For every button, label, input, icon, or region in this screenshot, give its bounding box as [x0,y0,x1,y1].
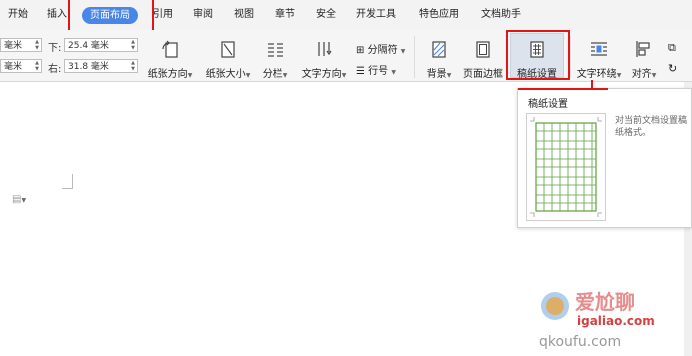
margin-top-value: 毫米 [4,41,23,51]
tooltip-description: 对当前文档设置稿纸格式。 [615,116,688,138]
page-border-button[interactable]: 页面边框 [460,34,506,80]
watermark-url: igaliao.com [577,314,655,328]
text-direction-icon [318,42,332,56]
ribbon-separator [414,36,415,78]
tab-insert[interactable]: 插入 [47,0,67,30]
annotation-line [518,88,608,90]
highlight-grid-annotation [506,30,570,80]
paper-size-icon [221,41,235,58]
rotate-button[interactable]: ↻ [668,62,677,75]
tab-doc-assistant[interactable]: 文档助手 [481,0,521,30]
paper-size-label: 纸张大小 [205,69,246,80]
spin-arrows-icon[interactable]: ▲ ▼ [131,39,135,51]
group-icon: ⧉ [668,41,676,54]
paper-size-button[interactable]: 纸张大小▼ [203,34,253,80]
margin-right-label: 右: [48,64,62,75]
spin-arrows-icon[interactable]: ▲ ▼ [35,60,39,72]
grid-paper-preview-graphic [530,117,602,217]
watermark-subtext: qkoufu.com [539,334,622,350]
tab-developer[interactable]: 开发工具 [356,0,396,30]
tab-security[interactable]: 安全 [316,0,336,30]
page-border-icon [476,41,490,58]
margin-top-field[interactable]: 毫米 ▲ ▼ [0,38,42,52]
line-number-button[interactable]: ☰ 行号 ▼ [356,62,396,77]
separator-button[interactable]: ⊞ 分隔符 ▼ [356,41,405,56]
margin-left-field[interactable]: 毫米 ▲ ▼ [0,59,42,73]
tooltip-title: 稿纸设置 [528,99,568,110]
tab-sections[interactable]: 章节 [275,0,295,30]
text-wrap-icon [591,42,607,56]
separator-label: 分隔符 [367,45,398,56]
tab-review[interactable]: 审阅 [193,0,213,30]
tab-special-apps[interactable]: 特色应用 [419,0,459,30]
margin-bottom-value: 25.4 毫米 [68,41,109,51]
tab-view[interactable]: 视图 [234,0,254,30]
text-direction-label: 文字方向 [301,69,342,80]
watermark-title: 爱尬聊 [575,290,635,314]
rotate-icon: ↻ [668,62,678,75]
margin-bottom-field[interactable]: 25.4 毫米 ▲ ▼ [64,38,138,52]
background-button[interactable]: 背景▼ [421,34,457,80]
tab-home[interactable]: 开始 [8,0,28,30]
ribbon-separator [570,36,571,78]
text-wrap-button[interactable]: 文字环绕▼ [574,34,624,80]
page-orientation-icon [162,40,178,58]
columns-icon [268,43,283,57]
align-label: 对齐 [631,69,652,80]
line-number-icon: ☰ [356,66,365,77]
margin-bottom-label: 下: [48,43,62,54]
text-wrap-label: 文字环绕 [576,69,617,80]
margin-left-value: 毫米 [4,62,23,72]
grid-paper-preview [526,113,606,221]
background-label: 背景 [426,69,447,80]
columns-button[interactable]: 分栏▼ [258,34,292,80]
columns-label: 分栏 [262,69,283,80]
margin-right-value: 31.8 毫米 [68,62,109,72]
page-border-label: 页面边框 [463,69,503,80]
align-icon [636,41,650,57]
orientation-label: 纸张方向 [147,69,188,80]
site-watermark: 爱尬聊 igaliao.com qkoufu.com [537,284,687,354]
text-direction-button[interactable]: 文字方向▼ [298,34,350,80]
orientation-button[interactable]: 纸张方向▼ [146,34,194,80]
group-button[interactable]: ⧉ [668,41,676,55]
align-button[interactable]: 对齐▼ [628,34,660,80]
spin-arrows-icon[interactable]: ▲ ▼ [35,39,39,51]
line-number-label: 行号 [368,66,389,77]
margin-right-field[interactable]: 31.8 毫米 ▲ ▼ [64,59,138,73]
separator-icon: ⊞ [356,45,365,56]
grid-settings-tooltip: 稿纸设置 对当前文档设置稿纸格式。 [517,88,692,228]
tab-references[interactable]: 引用 [153,0,173,30]
annotation-connector [591,80,593,90]
spin-arrows-icon[interactable]: ▲ ▼ [131,60,135,72]
page-background-icon [432,41,446,58]
paste-options-icon[interactable]: ▤▼ [12,194,26,205]
page-corner-marker [62,174,73,189]
